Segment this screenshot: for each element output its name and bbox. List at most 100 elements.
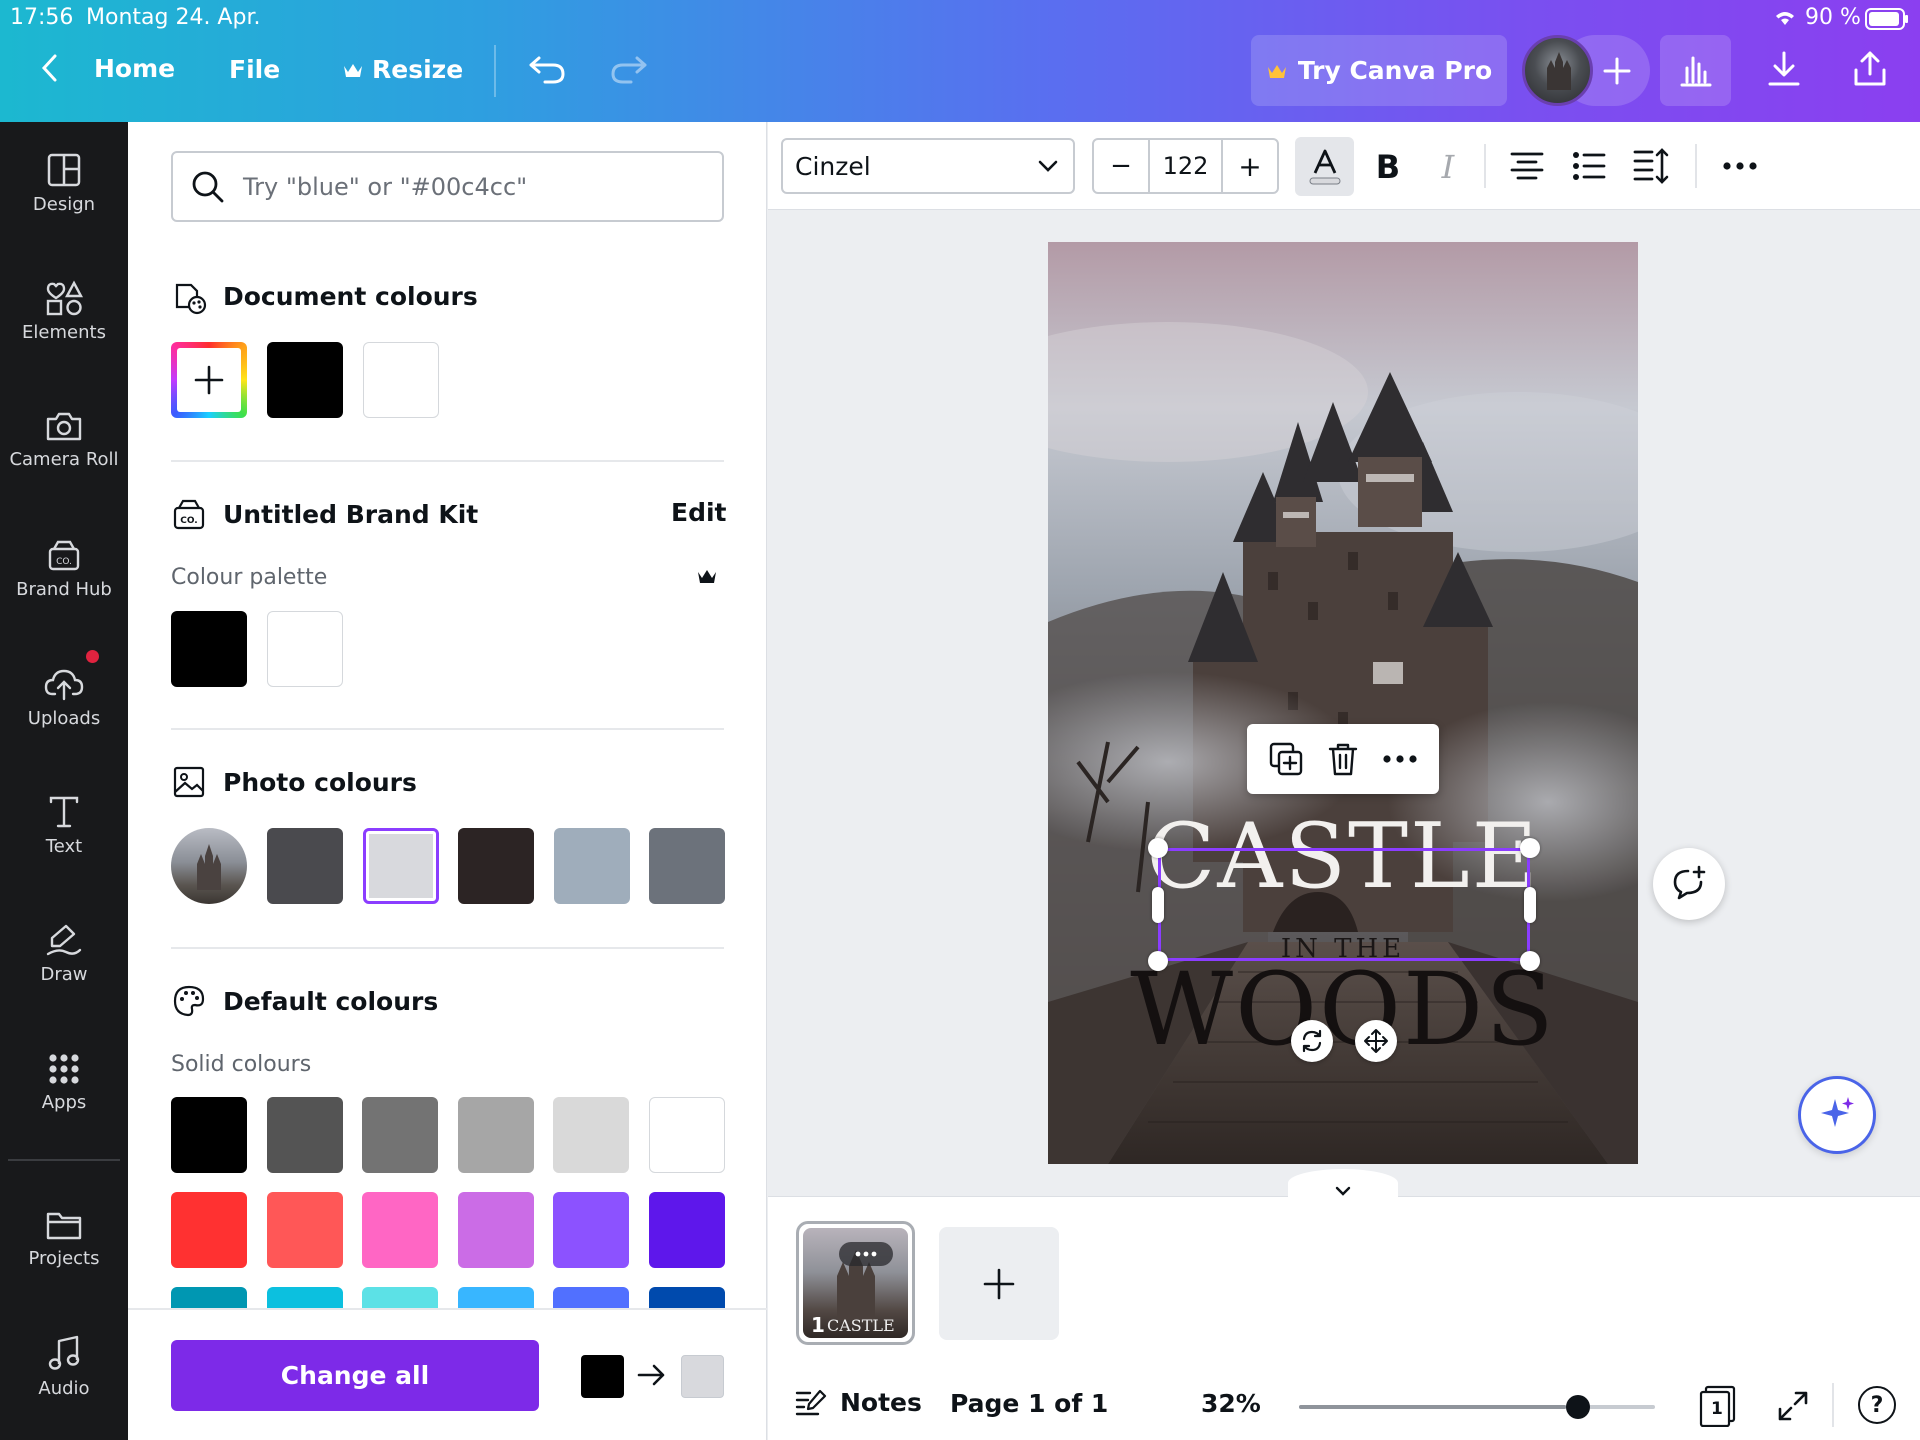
add-comment-button[interactable] xyxy=(1653,848,1725,920)
bullet-list-button[interactable] xyxy=(1571,148,1607,188)
solid-colour-swatch[interactable] xyxy=(362,1097,439,1173)
font-family-dropdown[interactable]: Cinzel xyxy=(781,138,1075,194)
text-colour-button[interactable] xyxy=(1295,137,1354,196)
solid-colour-swatch[interactable] xyxy=(457,1192,534,1268)
nav-text[interactable]: Text xyxy=(0,794,128,857)
try-canva-pro-button[interactable]: Try Canva Pro xyxy=(1251,35,1507,106)
download-button[interactable] xyxy=(1766,50,1802,92)
resize-button[interactable]: Resize xyxy=(342,55,463,84)
design-page[interactable]: CASTLE IN THE WOODS xyxy=(1048,242,1638,1164)
nav-apps[interactable]: Apps xyxy=(0,1052,128,1113)
font-size-input[interactable]: 122 xyxy=(1150,140,1223,192)
thumbnail-text: CASTLE xyxy=(827,1316,895,1335)
user-avatar[interactable] xyxy=(1522,35,1593,106)
bold-button[interactable]: B xyxy=(1370,144,1406,192)
solid-colour-swatch[interactable] xyxy=(362,1192,439,1268)
zoom-slider-thumb[interactable] xyxy=(1566,1395,1590,1419)
solid-colour-swatch[interactable] xyxy=(171,1287,247,1308)
home-button[interactable]: Home xyxy=(38,52,175,84)
fullscreen-button[interactable] xyxy=(1776,1389,1810,1427)
redo-button[interactable] xyxy=(609,52,649,90)
solid-colour-swatch[interactable] xyxy=(649,1287,725,1308)
thumbnail-page-number: 1 xyxy=(811,1313,825,1337)
solid-colour-swatch[interactable] xyxy=(266,1192,343,1268)
sparkle-icon xyxy=(1821,1097,1854,1127)
resize-handle-bottom-left[interactable] xyxy=(1148,951,1168,971)
download-icon xyxy=(1768,51,1800,86)
nav-elements[interactable]: Elements xyxy=(0,280,128,343)
align-center-button[interactable] xyxy=(1509,148,1545,188)
solid-colour-swatch[interactable] xyxy=(649,1192,725,1268)
solid-colour-swatch[interactable] xyxy=(457,1097,534,1173)
nav-design[interactable]: Design xyxy=(0,152,128,215)
rotate-handle[interactable] xyxy=(1291,1020,1333,1062)
help-button[interactable]: ? xyxy=(1858,1386,1896,1424)
spacing-button[interactable] xyxy=(1632,146,1670,190)
undo-icon xyxy=(529,56,565,84)
notes-button[interactable]: Notes xyxy=(794,1387,922,1417)
change-all-button[interactable]: Change all xyxy=(171,1340,539,1411)
more-horizontal-icon xyxy=(855,1251,877,1257)
notification-dot xyxy=(86,650,99,663)
insights-button[interactable] xyxy=(1660,35,1731,106)
move-handle[interactable] xyxy=(1355,1020,1397,1062)
nav-projects[interactable]: Projects xyxy=(0,1208,128,1269)
crown-icon xyxy=(1267,64,1286,78)
resize-handle-right[interactable] xyxy=(1524,887,1536,923)
resize-handle-left[interactable] xyxy=(1152,887,1164,923)
nav-draw[interactable]: Draw xyxy=(0,922,128,985)
file-menu[interactable]: File xyxy=(229,55,280,84)
svg-text:B: B xyxy=(1376,148,1400,186)
solid-colour-swatch[interactable] xyxy=(266,1097,343,1173)
wifi-icon xyxy=(1772,7,1798,31)
pages-bar: 1 CASTLE Notes Page 1 of 1 32% 1 ? xyxy=(768,1169,1920,1440)
move-icon xyxy=(1364,1029,1388,1053)
nav-camera-roll[interactable]: Camera Roll xyxy=(0,409,128,470)
chevron-down-icon xyxy=(1335,1186,1351,1196)
solid-colour-swatch[interactable] xyxy=(362,1287,439,1308)
collapse-pages-button[interactable] xyxy=(1288,1169,1398,1197)
solid-colour-swatch[interactable] xyxy=(553,1097,630,1173)
decrease-font-size-button[interactable]: − xyxy=(1094,140,1150,192)
status-time: 17:56 xyxy=(10,5,74,30)
resize-handle-top-right[interactable] xyxy=(1520,838,1540,858)
page-grid-button[interactable]: 1 xyxy=(1698,1385,1738,1428)
nav-audio[interactable]: Audio xyxy=(0,1334,128,1399)
duplicate-icon[interactable] xyxy=(1268,741,1304,777)
design-title-woods[interactable]: WOODS xyxy=(1048,960,1638,1060)
top-bar: 17:56 Montag 24. Apr. 90 % Home File Res… xyxy=(0,0,1920,122)
home-label: Home xyxy=(94,53,176,83)
try-pro-label: Try Canva Pro xyxy=(1297,56,1493,85)
add-page-button[interactable] xyxy=(939,1227,1059,1340)
solid-colour-swatch[interactable] xyxy=(553,1192,630,1268)
camera-icon xyxy=(46,412,82,441)
resize-handle-bottom-right[interactable] xyxy=(1520,951,1540,971)
font-family-value: Cinzel xyxy=(795,151,871,181)
more-horizontal-icon[interactable] xyxy=(1382,749,1418,769)
more-options-button[interactable] xyxy=(1722,154,1758,182)
thumbnail-more-button[interactable] xyxy=(839,1242,893,1266)
italic-button[interactable]: I xyxy=(1430,144,1466,192)
trash-icon[interactable] xyxy=(1327,741,1359,777)
nav-brand-hub[interactable]: CO. Brand Hub xyxy=(0,537,128,600)
solid-colour-swatch[interactable] xyxy=(457,1287,534,1308)
solid-colour-swatch[interactable] xyxy=(171,1097,247,1173)
text-toolbar: Cinzel − 122 + B I xyxy=(768,122,1920,210)
resize-handle-top-left[interactable] xyxy=(1148,838,1168,858)
solid-colour-swatch[interactable] xyxy=(553,1287,630,1308)
solid-colour-swatch[interactable] xyxy=(649,1097,725,1173)
undo-button[interactable] xyxy=(527,52,567,90)
increase-font-size-button[interactable]: + xyxy=(1223,140,1277,192)
change-to-swatch xyxy=(681,1355,724,1398)
nav-uploads[interactable]: Uploads xyxy=(0,666,128,729)
page-thumbnail[interactable]: 1 CASTLE xyxy=(796,1221,915,1345)
solid-colour-swatch[interactable] xyxy=(266,1287,343,1308)
share-button[interactable] xyxy=(1852,50,1888,92)
magic-assistant-button[interactable] xyxy=(1798,1076,1876,1154)
nav-design-label: Design xyxy=(32,194,96,215)
colour-panel: Try "blue" or "#00c4cc" Document colours… xyxy=(128,122,767,1440)
zoom-slider-track[interactable] xyxy=(1299,1395,1655,1419)
nav-text-label: Text xyxy=(45,836,83,857)
solid-colour-swatch[interactable] xyxy=(171,1192,247,1268)
arrow-right-icon xyxy=(636,1360,668,1394)
